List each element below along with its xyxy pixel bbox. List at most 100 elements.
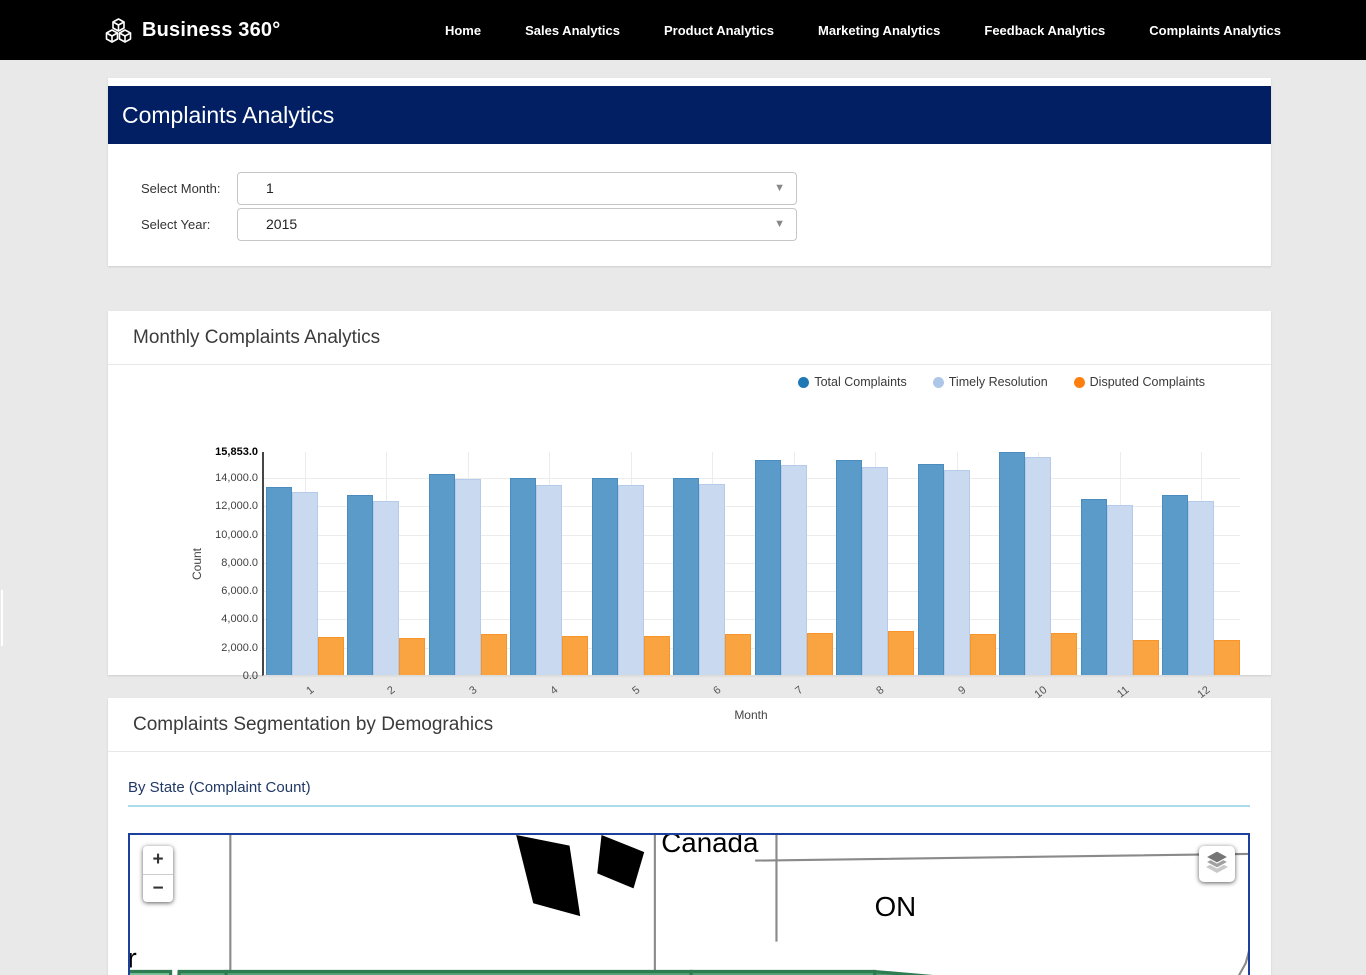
left-edge-scroll-sliver (1, 590, 3, 646)
nav-item-marketing-analytics[interactable]: Marketing Analytics (818, 23, 940, 38)
monthly-chart-card: Monthly Complaints Analytics Total Compl… (108, 311, 1271, 722)
y-tick-label: 14,000.0 (215, 472, 258, 485)
plot-area: 1 2 3 4 5 6 7 8 9 10 11 12 (262, 452, 1243, 701)
bar-disputed-complaints (399, 638, 426, 675)
y-tick-label: 10,000.0 (215, 528, 258, 541)
bar-disputed-complaints (1214, 639, 1241, 675)
bar-group-month-2 (346, 452, 428, 675)
legend-item[interactable]: Total Complaints (798, 375, 907, 389)
monthly-section-header: Monthly Complaints Analytics (108, 311, 1271, 365)
y-tick-label: 0.0 (242, 670, 258, 682)
by-state-subtitle: By State (Complaint Count) (128, 779, 311, 796)
bar-total-complaints (917, 464, 944, 675)
chevron-down-icon: ▼ (774, 181, 785, 194)
nav-items: Home Sales Analytics Product Analytics M… (445, 23, 1281, 38)
bar-timely-resolution (1188, 500, 1215, 675)
bar-total-complaints (265, 486, 292, 675)
bar-timely-resolution (536, 485, 563, 675)
bar-disputed-complaints (725, 634, 752, 675)
layers-icon (1204, 849, 1230, 880)
bar-timely-resolution (1106, 504, 1133, 675)
map-zoom-control: + − (143, 846, 173, 902)
bar-total-complaints (1080, 499, 1107, 675)
zoom-out-button[interactable]: − (143, 874, 173, 902)
map-label-vancouver: Vancouver (130, 942, 137, 973)
bar-timely-resolution (1025, 456, 1052, 675)
layers-button[interactable] (1199, 846, 1235, 882)
bar-total-complaints (673, 478, 700, 675)
nav-item-product-analytics[interactable]: Product Analytics (664, 23, 774, 38)
select-month-label: Select Month: (141, 180, 221, 196)
legend-dot-icon (798, 376, 810, 388)
x-axis-title: Month (734, 708, 768, 722)
nav-item-feedback-analytics[interactable]: Feedback Analytics (984, 23, 1105, 38)
bar-disputed-complaints (1132, 639, 1159, 675)
filters-card: Complaints Analytics Select Month: 1 ▼ S… (108, 78, 1271, 266)
chevron-down-icon: ▼ (774, 217, 785, 230)
zoom-in-button[interactable]: + (143, 846, 173, 874)
bar-group-month-3 (427, 452, 509, 675)
bar-timely-resolution (862, 466, 889, 675)
year-select[interactable]: 2015 ▼ (237, 207, 797, 241)
y-tick-label: 2,000.0 (221, 641, 258, 654)
nav-item-home[interactable]: Home (445, 23, 481, 38)
choropleth-map[interactable]: Canada ON Vancouver Seattle WA OR ID MT … (128, 833, 1250, 975)
bar-total-complaints (591, 478, 618, 675)
bar-disputed-complaints (1051, 632, 1078, 675)
legend-item[interactable]: Disputed Complaints (1073, 375, 1205, 389)
y-tick-label: 6,000.0 (221, 585, 258, 598)
bar-disputed-complaints (643, 635, 670, 675)
bar-disputed-complaints (969, 634, 996, 675)
legend-dot-icon (932, 376, 944, 388)
bar-group-month-5 (590, 452, 672, 675)
bar-timely-resolution (454, 479, 481, 675)
bar-total-complaints (999, 452, 1026, 675)
y-tick-label: 15,853.0 (215, 446, 258, 458)
bar-group-month-11 (1079, 452, 1161, 675)
bar-group-month-9 (916, 452, 998, 675)
bar-total-complaints (510, 478, 537, 675)
map-canvas[interactable]: Canada ON Vancouver Seattle WA OR ID MT … (130, 835, 1248, 975)
legend-label: Total Complaints (814, 375, 907, 389)
top-navbar: Business 360° Home Sales Analytics Produ… (0, 0, 1366, 60)
bar-timely-resolution (373, 500, 400, 675)
bar-disputed-complaints (888, 631, 915, 675)
demographics-card: Complaints Segmentation by Demograhics B… (108, 698, 1271, 975)
bar-total-complaints (754, 459, 781, 675)
bar-disputed-complaints (317, 637, 344, 675)
bar-group-month-10 (998, 452, 1080, 675)
bar-group-month-7 (753, 452, 835, 675)
y-tick-label: 4,000.0 (221, 613, 258, 626)
bar-timely-resolution (943, 469, 970, 675)
year-select-value: 2015 (266, 216, 298, 232)
select-year-label: Select Year: (141, 216, 211, 232)
legend-item[interactable]: Timely Resolution (932, 375, 1048, 389)
map-label-on: ON (875, 891, 917, 922)
bar-timely-resolution (780, 465, 807, 675)
accent-rule (128, 805, 1250, 807)
y-axis-ticks: 15,853.0 14,000.0 12,000.0 10,000.0 8,000.0 6… (178, 446, 258, 682)
y-tick-label: 8,000.0 (221, 556, 258, 569)
bar-disputed-complaints (562, 635, 589, 675)
bar-group-month-8 (835, 452, 917, 675)
legend-dot-icon (1073, 376, 1085, 388)
bar-group-month-4 (509, 452, 591, 675)
bar-disputed-complaints (806, 632, 833, 675)
bar-group-month-1 (264, 452, 346, 675)
bar-total-complaints (836, 459, 863, 675)
bar-total-complaints (428, 473, 455, 675)
bar-timely-resolution (291, 492, 318, 675)
page-title-banner: Complaints Analytics (108, 86, 1271, 144)
nav-item-complaints-analytics[interactable]: Complaints Analytics (1149, 23, 1281, 38)
month-select[interactable]: 1 ▼ (237, 171, 797, 205)
bar-group-month-6 (672, 452, 754, 675)
chart-legend: Total Complaints Timely Resolution Dispute… (798, 375, 1205, 389)
bar-disputed-complaints (480, 634, 507, 675)
bar-group-month-12 (1161, 452, 1243, 675)
bar-total-complaints (1162, 494, 1189, 675)
legend-label: Disputed Complaints (1089, 375, 1205, 389)
month-select-value: 1 (266, 180, 274, 196)
nav-item-sales-analytics[interactable]: Sales Analytics (525, 23, 620, 38)
brand[interactable]: Business 360° (105, 17, 280, 44)
page-title: Complaints Analytics (122, 101, 335, 128)
